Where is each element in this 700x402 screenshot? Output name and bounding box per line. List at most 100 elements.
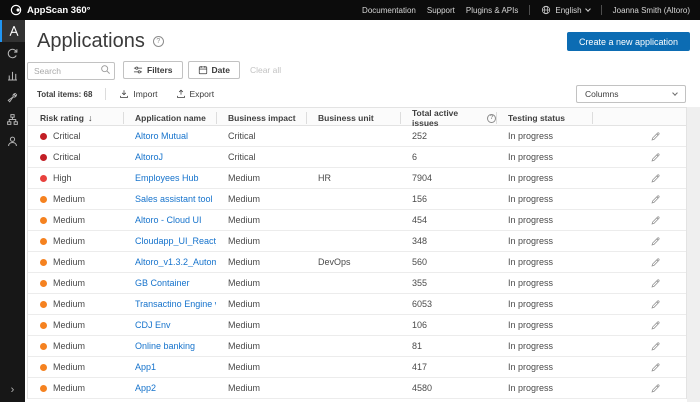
app-name-link[interactable]: CDJ Env	[135, 320, 171, 330]
sidebar-item-dashboards[interactable]	[0, 64, 25, 86]
user-menu[interactable]: Joanna Smith (Altoro)	[613, 6, 690, 15]
total-issues-cell: 7904	[400, 173, 496, 183]
user-icon	[6, 135, 19, 148]
total-issues-cell: 355	[400, 278, 496, 288]
business-impact-cell: Critical	[216, 131, 306, 141]
column-header-total-active-issues[interactable]: Total active issues ?	[400, 108, 496, 128]
language-selector[interactable]: English	[541, 5, 589, 15]
actions-cell	[592, 194, 686, 205]
edit-pencil-icon[interactable]	[650, 173, 661, 184]
sidebar-expand-button[interactable]: ›	[0, 382, 25, 398]
app-name-link[interactable]: App1	[135, 362, 156, 372]
scrollbar-track[interactable]	[687, 107, 700, 402]
column-header-application-name[interactable]: Application name	[123, 108, 216, 128]
app-name-link[interactable]: Cloudapp_UI_React_test	[135, 236, 216, 246]
chevron-right-icon: ›	[11, 384, 15, 396]
total-issues-cell: 6	[400, 152, 496, 162]
application-name-cell: Sales assistant tool	[123, 194, 216, 204]
app-name-link[interactable]: GB Container	[135, 278, 190, 288]
actions-cell	[592, 299, 686, 310]
sidebar-item-fix-tools[interactable]	[0, 86, 25, 108]
actions-cell	[592, 341, 686, 352]
columns-dropdown[interactable]: Columns	[576, 85, 686, 103]
total-issues-cell: 417	[400, 362, 496, 372]
business-impact-cell: Medium	[216, 194, 306, 204]
nav-link-support[interactable]: Support	[427, 6, 455, 15]
app-name-link[interactable]: Transactino Engine v12.4.5.1	[135, 299, 216, 309]
testing-status-cell: In progress	[496, 257, 592, 267]
testing-status-cell: In progress	[496, 194, 592, 204]
nav-link-documentation[interactable]: Documentation	[362, 6, 416, 15]
risk-label: Medium	[53, 299, 85, 309]
issues-help-icon[interactable]: ?	[487, 114, 496, 123]
table-row: Medium CDJ Env Medium 106 In progress	[28, 315, 686, 336]
risk-rating-cell: High	[28, 173, 123, 183]
sidebar-item-user-admin[interactable]	[0, 130, 25, 152]
testing-status-cell: In progress	[496, 341, 592, 351]
import-button[interactable]: Import	[119, 89, 157, 99]
sidebar-item-network[interactable]	[0, 108, 25, 130]
edit-pencil-icon[interactable]	[650, 299, 661, 310]
risk-dot	[40, 175, 47, 182]
application-name-cell: GB Container	[123, 278, 216, 288]
export-icon	[176, 89, 186, 99]
edit-pencil-icon[interactable]	[650, 131, 661, 142]
page-help-icon[interactable]: ?	[153, 36, 164, 47]
column-header-business-unit[interactable]: Business unit	[306, 108, 400, 128]
testing-status-cell: In progress	[496, 320, 592, 330]
total-issues-cell: 156	[400, 194, 496, 204]
table-row: High Employees Hub Medium HR 7904 In pro…	[28, 168, 686, 189]
clear-all-link[interactable]: Clear all	[250, 65, 281, 75]
app-name-link[interactable]: Online banking	[135, 341, 195, 351]
top-nav: Documentation Support Plugins & APIs Eng…	[362, 5, 690, 15]
edit-pencil-icon[interactable]	[650, 362, 661, 373]
edit-pencil-icon[interactable]	[650, 341, 661, 352]
business-impact-cell: Medium	[216, 278, 306, 288]
edit-pencil-icon[interactable]	[650, 194, 661, 205]
app-name-link[interactable]: AltoroJ	[135, 152, 163, 162]
header-label: Testing status	[508, 113, 565, 123]
sidebar-item-scans[interactable]	[0, 42, 25, 64]
app-name-link[interactable]: Altoro_v1.3.2_Automation	[135, 257, 216, 267]
create-application-button[interactable]: Create a new application	[567, 32, 690, 51]
edit-pencil-icon[interactable]	[650, 236, 661, 247]
sidebar-item-applications[interactable]	[0, 20, 25, 42]
brand: AppScan 360°	[10, 4, 90, 16]
column-header-risk-rating[interactable]: Risk rating ↓	[28, 108, 123, 128]
application-name-cell: Cloudapp_UI_React_test	[123, 236, 216, 246]
app-name-link[interactable]: Employees Hub	[135, 173, 199, 183]
edit-pencil-icon[interactable]	[650, 257, 661, 268]
edit-pencil-icon[interactable]	[650, 320, 661, 331]
risk-label: Critical	[53, 152, 81, 162]
app-name-link[interactable]: Sales assistant tool	[135, 194, 213, 204]
testing-status-cell: In progress	[496, 278, 592, 288]
column-header-testing-status[interactable]: Testing status	[496, 108, 592, 128]
edit-pencil-icon[interactable]	[650, 215, 661, 226]
nav-link-plugins-apis[interactable]: Plugins & APIs	[466, 6, 518, 15]
page-title: Applications	[37, 30, 145, 53]
risk-label: Medium	[53, 236, 85, 246]
business-unit-cell: DevOps	[306, 257, 400, 267]
app-name-link[interactable]: Altoro Mutual	[135, 131, 188, 141]
column-header-business-impact[interactable]: Business impact	[216, 108, 306, 128]
edit-pencil-icon[interactable]	[650, 383, 661, 394]
total-issues-cell: 81	[400, 341, 496, 351]
risk-label: Critical	[53, 131, 81, 141]
actions-cell	[592, 320, 686, 331]
app-name-link[interactable]: App2	[135, 383, 156, 393]
filters-button[interactable]: Filters	[123, 61, 183, 79]
risk-label: Medium	[53, 278, 85, 288]
main-content: Applications ? Create a new application …	[25, 20, 700, 402]
chevron-down-icon	[585, 6, 591, 12]
edit-pencil-icon[interactable]	[650, 278, 661, 289]
risk-dot	[40, 385, 47, 392]
edit-pencil-icon[interactable]	[650, 152, 661, 163]
total-issues-cell: 348	[400, 236, 496, 246]
risk-rating-cell: Medium	[28, 257, 123, 267]
risk-label: Medium	[53, 194, 85, 204]
risk-dot	[40, 238, 47, 245]
export-button[interactable]: Export	[176, 89, 215, 99]
date-button[interactable]: Date	[188, 61, 240, 79]
app-name-link[interactable]: Altoro - Cloud UI	[135, 215, 202, 225]
sitemap-icon	[6, 113, 19, 126]
